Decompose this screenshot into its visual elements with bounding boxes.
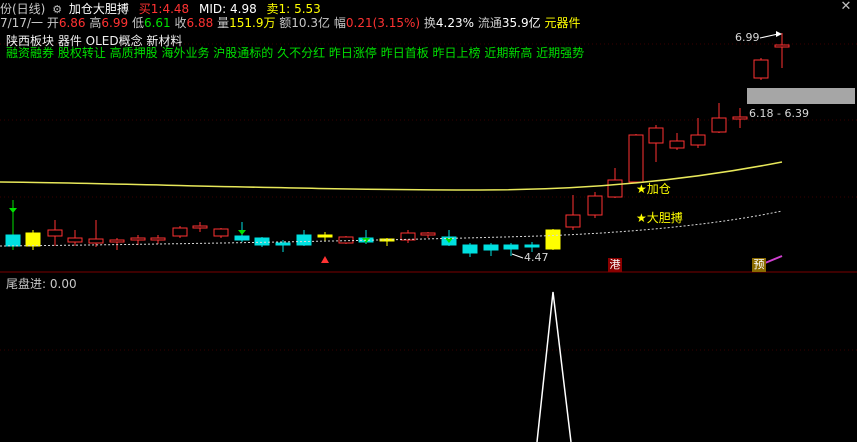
candle-body bbox=[690, 134, 706, 146]
signal-bold-label: ★大胆搏 bbox=[636, 211, 683, 225]
candle-body bbox=[753, 59, 769, 79]
open-label: 开 bbox=[46, 16, 59, 30]
candle-body bbox=[338, 236, 354, 244]
high-value: 6.99 bbox=[101, 16, 129, 30]
change-value: 0.21 bbox=[345, 16, 373, 30]
candle-body bbox=[545, 229, 561, 250]
kline-chart bbox=[0, 31, 857, 442]
amount-value: 10.3亿 bbox=[291, 16, 331, 30]
low-price-pointer bbox=[511, 253, 524, 259]
candle-body bbox=[5, 234, 21, 247]
change-pct: (3.15%) bbox=[372, 16, 421, 30]
tag-forecast[interactable]: 预 bbox=[752, 258, 766, 272]
price-range-box bbox=[747, 88, 855, 104]
candle-body bbox=[25, 232, 41, 247]
candle-body bbox=[130, 237, 146, 241]
close-label: 收 bbox=[174, 16, 187, 30]
candle-body bbox=[628, 134, 644, 183]
candle-body bbox=[88, 238, 104, 244]
tag-hk[interactable]: 港 bbox=[608, 258, 622, 272]
down-arrow-icon bbox=[238, 230, 246, 235]
candle-body bbox=[234, 235, 250, 241]
signal-add-label: ★加仓 bbox=[636, 182, 671, 196]
indicator-spike-line bbox=[536, 291, 572, 442]
candle-body bbox=[47, 229, 63, 237]
candle-body bbox=[254, 237, 270, 246]
price-low-label: 4.47 bbox=[524, 251, 549, 264]
candle-body bbox=[420, 232, 436, 236]
candle-body bbox=[774, 44, 790, 48]
candle-body bbox=[213, 228, 229, 237]
candle-body bbox=[317, 234, 333, 238]
candle-body bbox=[67, 237, 83, 243]
change-label: 幅 bbox=[333, 16, 346, 30]
candle-body bbox=[711, 117, 727, 133]
turnover-label: 换 bbox=[423, 16, 436, 30]
candle-body bbox=[150, 237, 166, 241]
candle-body bbox=[669, 140, 685, 149]
candle-body bbox=[275, 242, 291, 246]
concept-line-2: 融资融券 股权转让 高质押股 海外业务 沪股通标的 久不分红 昨日涨停 昨日首板… bbox=[6, 46, 585, 60]
price-high-label: 6.99 bbox=[735, 31, 760, 44]
turnover-value: 4.23% bbox=[435, 16, 475, 30]
candle-body bbox=[483, 244, 499, 251]
volume-label: 量 bbox=[217, 16, 230, 30]
quote-date: 7/17/一 bbox=[0, 16, 43, 30]
low-label: 低 bbox=[131, 16, 144, 30]
candle-body bbox=[732, 116, 748, 120]
price-range-label: 6.18 - 6.39 bbox=[749, 107, 809, 120]
candle-body bbox=[524, 244, 540, 248]
candle-body bbox=[109, 239, 125, 243]
candle-body bbox=[587, 195, 603, 216]
float-value: 35.9亿 bbox=[501, 16, 541, 30]
candle-body bbox=[379, 238, 395, 242]
indicator-value: 0.00 bbox=[49, 277, 77, 291]
volume-value: 151.9万 bbox=[229, 16, 276, 30]
quote-bar: 7/17/一 开6.86 高6.99 低6.61 收6.88 量151.9万 额… bbox=[0, 14, 580, 31]
indicator-header: 尾盘进: 0.00 bbox=[6, 275, 77, 292]
candle-body bbox=[648, 127, 664, 144]
down-arrow-icon bbox=[9, 208, 17, 213]
amount-label: 额 bbox=[279, 16, 292, 30]
candle-body bbox=[172, 227, 188, 237]
low-value: 6.61 bbox=[143, 16, 171, 30]
candle-body bbox=[503, 244, 519, 250]
float-label: 流通 bbox=[477, 16, 502, 30]
open-value: 6.86 bbox=[58, 16, 86, 30]
magenta-tick bbox=[764, 255, 783, 264]
indicator-label: 尾盘进: bbox=[6, 277, 47, 291]
candle-body bbox=[565, 214, 581, 228]
close-value: 6.88 bbox=[186, 16, 214, 30]
candle-body bbox=[607, 179, 623, 198]
candle-body bbox=[462, 244, 478, 254]
candle-body bbox=[296, 234, 312, 246]
sector-label: 元器件 bbox=[544, 16, 581, 30]
high-label: 高 bbox=[89, 16, 102, 30]
close-icon[interactable]: ✕ bbox=[839, 0, 853, 14]
high-price-pointer bbox=[759, 33, 779, 39]
arrow-right-icon bbox=[776, 31, 782, 37]
triangle-marker-icon bbox=[321, 256, 329, 263]
candle-body bbox=[192, 225, 208, 229]
